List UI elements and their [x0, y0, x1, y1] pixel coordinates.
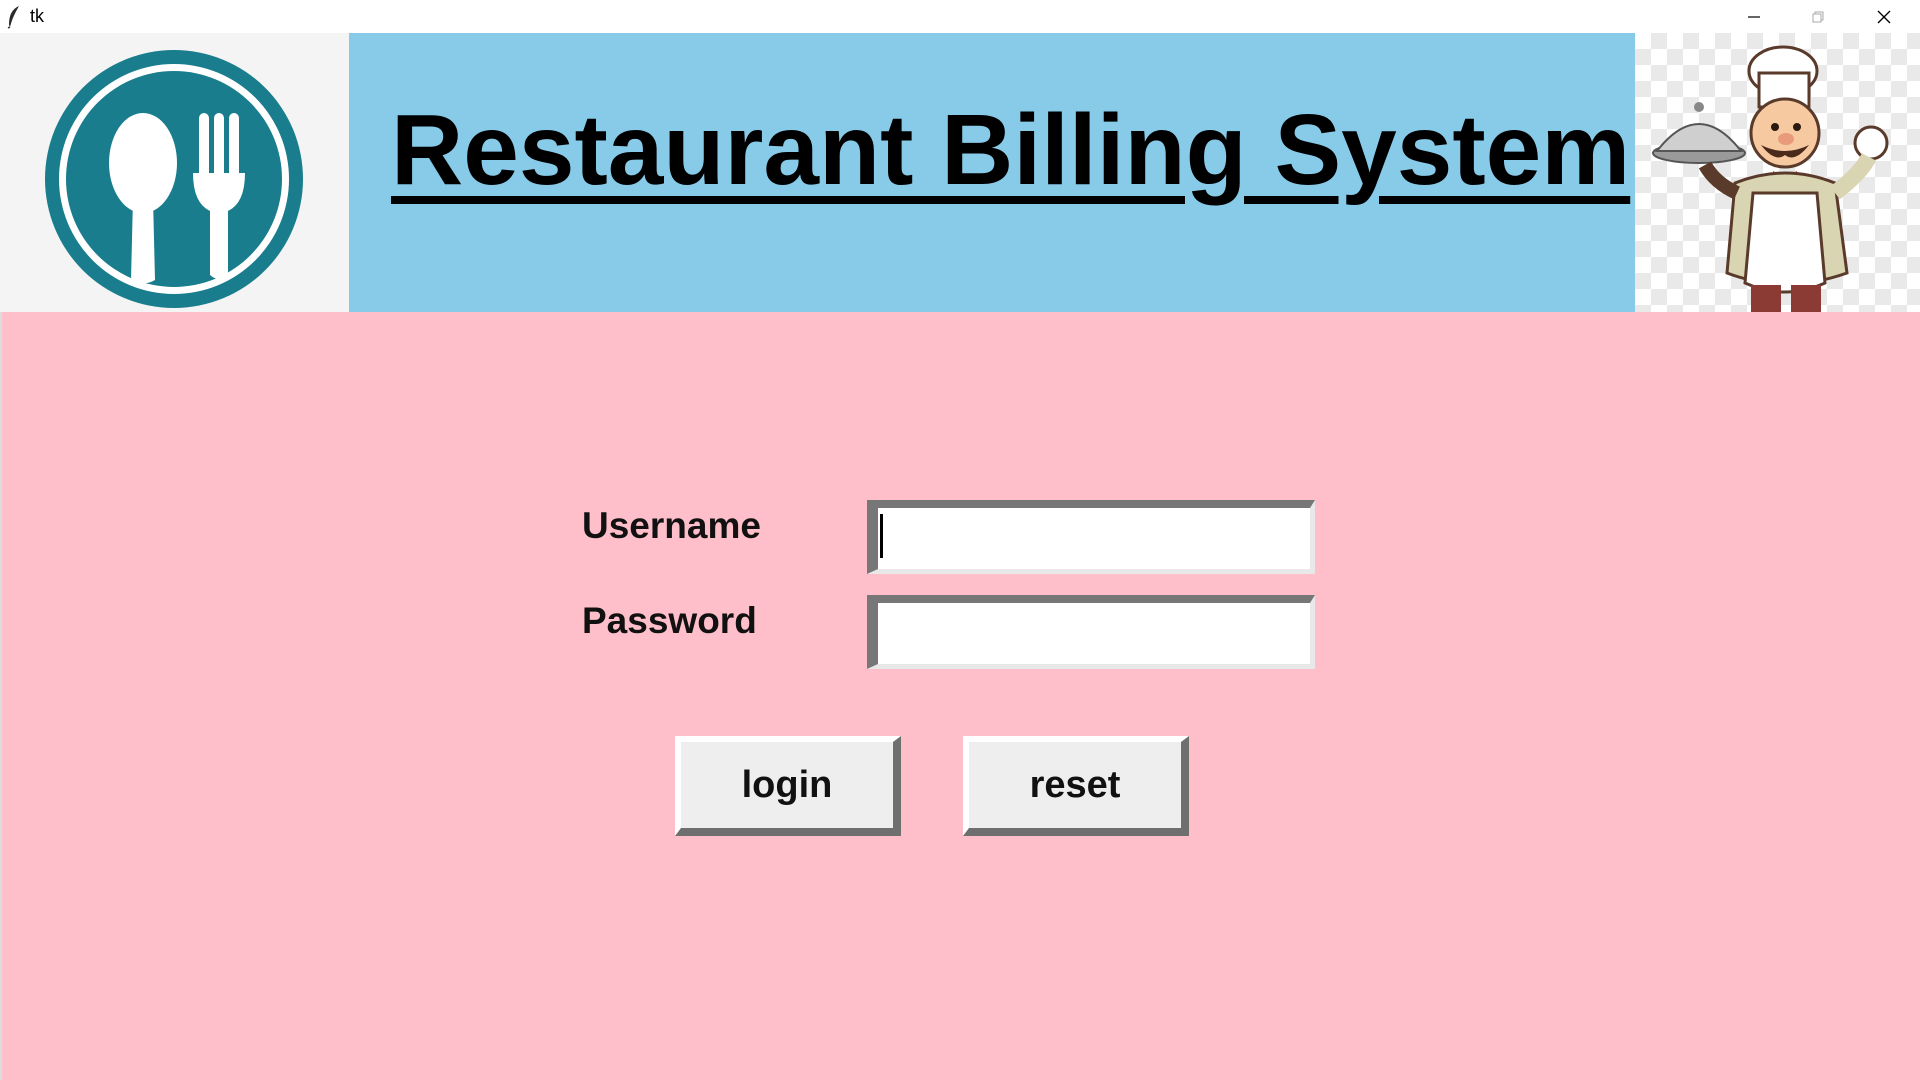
page-title: Restaurant Billing System [391, 94, 1631, 206]
minimize-icon [1748, 15, 1760, 18]
chef-panel [1635, 33, 1920, 312]
login-area: Username Password login reset [0, 312, 1920, 1080]
app-window: tk Restaurant Billing System Username Pa… [0, 0, 1920, 1080]
reset-button[interactable]: reset [963, 736, 1189, 836]
maximize-icon [1812, 11, 1824, 22]
window-title: tk [30, 6, 45, 26]
header: Restaurant Billing System [0, 33, 1920, 312]
title-bar: tk [0, 0, 1920, 33]
close-icon [1877, 10, 1891, 23]
text-cursor [880, 514, 883, 558]
chef-icon [1652, 45, 1889, 312]
close-button[interactable] [1852, 0, 1916, 33]
minimize-button[interactable] [1722, 0, 1786, 33]
password-field[interactable] [867, 595, 1315, 669]
title-banner: Restaurant Billing System [349, 33, 1635, 312]
spoon-fork-icon [45, 50, 303, 308]
maximize-button[interactable] [1786, 0, 1850, 33]
username-label: Username [582, 505, 761, 546]
password-label: Password [582, 600, 757, 641]
feather-icon [7, 6, 19, 29]
username-field[interactable] [867, 500, 1315, 574]
login-button[interactable]: login [675, 736, 901, 836]
logo-panel [0, 33, 349, 312]
